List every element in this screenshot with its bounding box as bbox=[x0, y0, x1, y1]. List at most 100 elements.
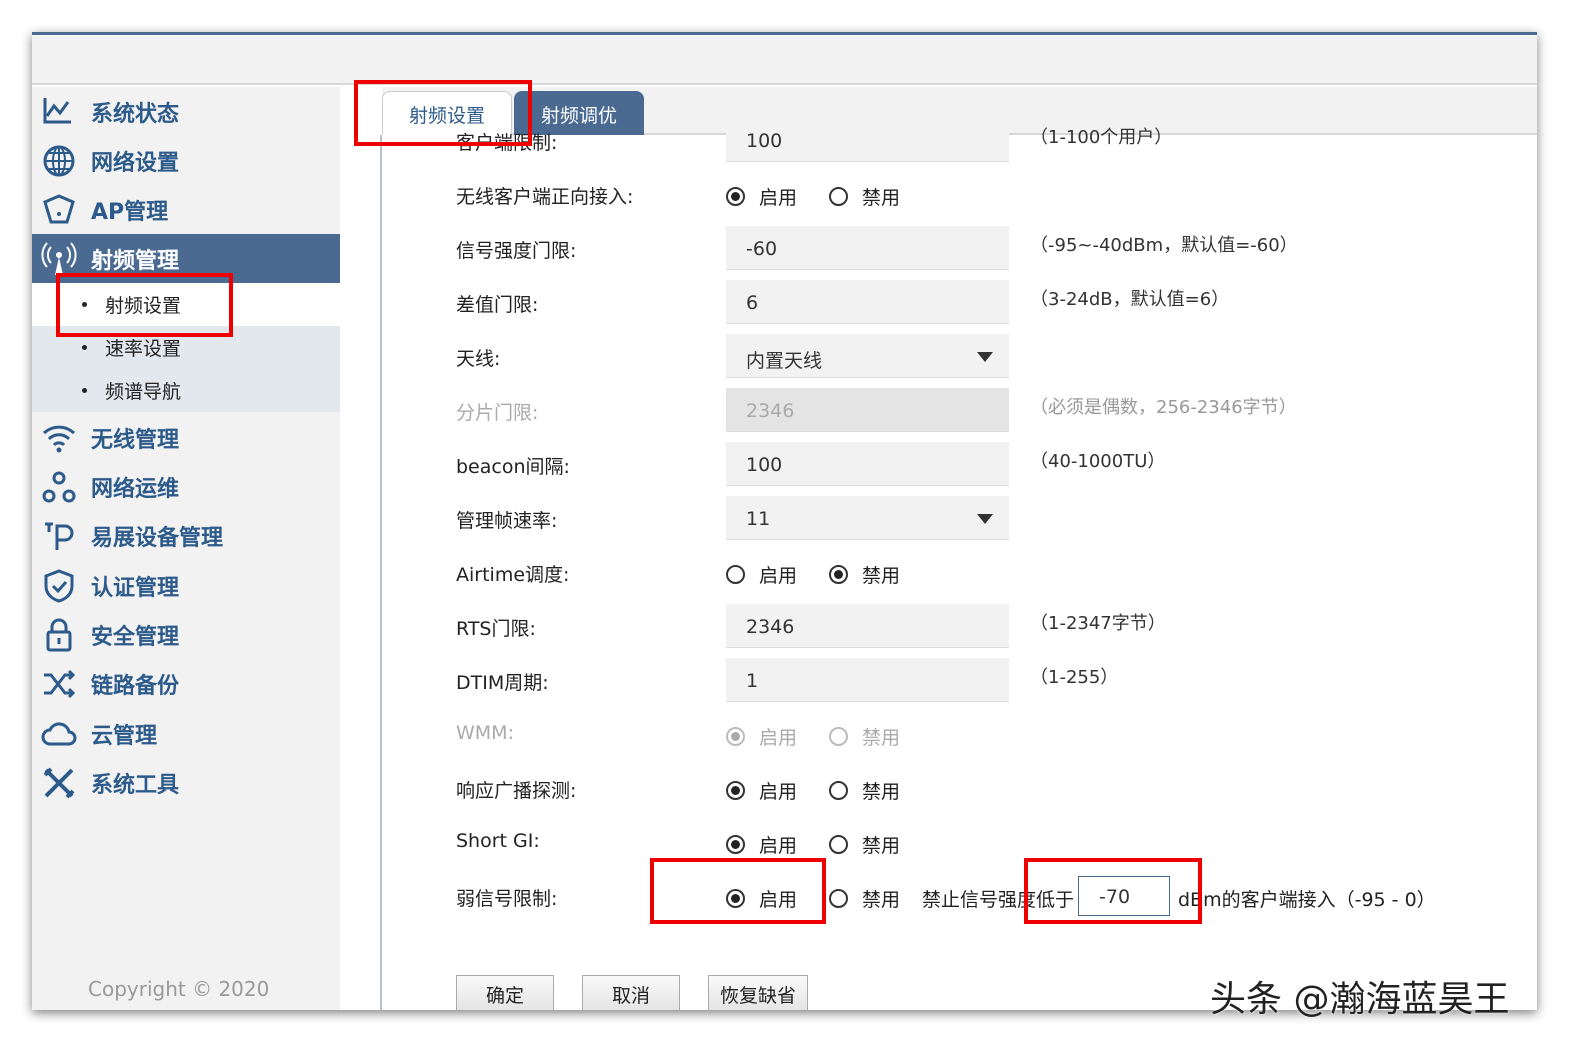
sidebar-item-4[interactable]: 无线管理 bbox=[32, 413, 340, 462]
field-value: 6 bbox=[746, 292, 759, 314]
radio-label: 禁用 bbox=[862, 835, 901, 857]
sidebar: Copyright © 2020 系统状态 网络设置 AP管理射频管理无线管理网络运… bbox=[32, 87, 340, 1010]
sidebar-item-2[interactable]: AP管理 bbox=[32, 185, 340, 234]
sidebar-item-9[interactable]: 链路备份 bbox=[32, 659, 340, 708]
radio-label: 启用 bbox=[759, 727, 798, 749]
radio-disable[interactable]: 禁用 bbox=[829, 183, 900, 210]
shuffle-icon bbox=[41, 666, 77, 702]
select-field[interactable]: 内置天线 bbox=[726, 334, 1009, 378]
top-bar bbox=[32, 35, 1537, 85]
sidebar-item-label: AP管理 bbox=[91, 199, 169, 225]
sidebar-item-label: 网络运维 bbox=[91, 476, 180, 502]
cloud-icon bbox=[41, 716, 77, 752]
field-value: 100 bbox=[746, 454, 783, 476]
lock-icon bbox=[41, 617, 77, 653]
form-row: 分片门限: 2346 （必须是偶数，256-2346字节） bbox=[382, 384, 1537, 438]
radio-label: 禁用 bbox=[862, 565, 901, 587]
text-input[interactable]: 6 bbox=[726, 280, 1009, 324]
wifi-icon bbox=[41, 420, 77, 456]
weak-signal-prefix: 禁止信号强度低于 bbox=[922, 889, 1075, 911]
radio-enable[interactable]: 启用 bbox=[726, 561, 797, 588]
router-admin-window: Copyright © 2020 系统状态 网络设置 AP管理射频管理无线管理网络运… bbox=[32, 32, 1537, 1010]
field-label: 无线客户端正向接入: bbox=[456, 186, 634, 208]
sidebar-subitem-1[interactable]: 速率设置 bbox=[32, 326, 340, 369]
field-label: Short GI: bbox=[456, 830, 540, 852]
field-value: 100 bbox=[746, 130, 783, 152]
radio-circle-icon bbox=[726, 187, 745, 206]
easy-expand-icon bbox=[41, 518, 77, 554]
sidebar-item-0[interactable]: 系统状态 bbox=[32, 87, 340, 136]
select-field[interactable]: 11 bbox=[726, 496, 1009, 540]
restore-defaults-button[interactable]: 恢复缺省 bbox=[708, 975, 808, 1010]
weak-signal-suffix: dBm的客户端接入（-95 - 0） bbox=[1178, 889, 1436, 911]
sidebar-item-1[interactable]: 网络设置 bbox=[32, 136, 340, 185]
form-row: WMM: 启用 禁用 bbox=[382, 708, 1537, 762]
confirm-button[interactable]: 确定 bbox=[456, 975, 554, 1010]
text-input[interactable]: 100 bbox=[726, 118, 1009, 162]
text-input[interactable]: 100 bbox=[726, 442, 1009, 486]
weak-signal-threshold-input[interactable]: -70 bbox=[1078, 876, 1170, 916]
radio-enable[interactable]: 启用 bbox=[726, 831, 797, 858]
text-input[interactable]: 2346 bbox=[726, 604, 1009, 648]
radio-circle-icon bbox=[726, 889, 745, 908]
radio-label: 启用 bbox=[759, 781, 798, 803]
sidebar-subitem-label: 射频设置 bbox=[105, 295, 182, 317]
form-row: Short GI: 启用 禁用 bbox=[382, 816, 1537, 870]
sidebar-item-7[interactable]: 认证管理 bbox=[32, 561, 340, 610]
radio-circle-icon bbox=[726, 781, 745, 800]
radio-disable: 禁用 bbox=[829, 723, 900, 750]
radio-disable[interactable]: 禁用 bbox=[829, 885, 900, 912]
field-hint: （必须是偶数，256-2346字节） bbox=[1030, 397, 1297, 418]
sidebar-subitem-0[interactable]: 射频设置 bbox=[32, 283, 340, 326]
sidebar-item-label: 易展设备管理 bbox=[91, 525, 224, 551]
form-row: 响应广播探测: 启用 禁用 bbox=[382, 762, 1537, 816]
sidebar-item-6[interactable]: 易展设备管理 bbox=[32, 511, 340, 560]
radio-enable[interactable]: 启用 bbox=[726, 183, 797, 210]
form-row: 天线: 内置天线 bbox=[382, 330, 1537, 384]
radio-label: 启用 bbox=[759, 835, 798, 857]
text-input[interactable]: 1 bbox=[726, 658, 1009, 702]
field-label: 分片门限: bbox=[456, 402, 539, 424]
radio-enable[interactable]: 启用 bbox=[726, 885, 797, 912]
radio-disable[interactable]: 禁用 bbox=[829, 561, 900, 588]
form-row: Airtime调度: 启用 禁用 bbox=[382, 546, 1537, 600]
field-hint: （-95~-40dBm，默认值=-60） bbox=[1030, 235, 1298, 256]
antenna-icon bbox=[41, 241, 77, 277]
field-label: 客户端限制: bbox=[456, 132, 558, 154]
radio-circle-icon bbox=[726, 835, 745, 854]
watermark: 头条 @瀚海蓝昊王 bbox=[1210, 979, 1510, 1020]
sidebar-item-8[interactable]: 安全管理 bbox=[32, 610, 340, 659]
field-value: 11 bbox=[746, 508, 771, 530]
dropdown-arrow-icon bbox=[977, 352, 993, 362]
sidebar-item-label: 链路备份 bbox=[91, 673, 180, 699]
sidebar-item-3[interactable]: 射频管理 bbox=[32, 234, 340, 283]
field-value: -60 bbox=[746, 238, 778, 260]
sidebar-subitem-2[interactable]: 频谱导航 bbox=[32, 369, 340, 412]
sidebar-item-label: 系统工具 bbox=[91, 772, 180, 798]
form-row: DTIM周期: 1 （1-255） bbox=[382, 654, 1537, 708]
sidebar-item-10[interactable]: 云管理 bbox=[32, 709, 340, 758]
field-hint: （3-24dB，默认值=6） bbox=[1030, 289, 1230, 310]
radio-label: 禁用 bbox=[862, 889, 901, 911]
radio-disable[interactable]: 禁用 bbox=[829, 831, 900, 858]
radio-label: 启用 bbox=[759, 187, 798, 209]
field-label: DTIM周期: bbox=[456, 672, 549, 694]
sidebar-item-11[interactable]: 系统工具 bbox=[32, 758, 340, 807]
copyright: Copyright © 2020 bbox=[88, 977, 270, 1001]
cancel-button[interactable]: 取消 bbox=[582, 975, 680, 1010]
text-input[interactable]: -60 bbox=[726, 226, 1009, 270]
field-value: 2346 bbox=[746, 616, 795, 638]
form-row: 差值门限: 6 （3-24dB，默认值=6） bbox=[382, 276, 1537, 330]
radio-circle-icon bbox=[829, 835, 848, 854]
sidebar-item-label: 安全管理 bbox=[91, 624, 180, 650]
form-row: beacon间隔: 100 （40-1000TU） bbox=[382, 438, 1537, 492]
sidebar-item-label: 认证管理 bbox=[91, 575, 180, 601]
sidebar-item-5[interactable]: 网络运维 bbox=[32, 462, 340, 511]
bullet-icon bbox=[82, 345, 87, 350]
dropdown-arrow-icon bbox=[977, 514, 993, 524]
field-label: 天线: bbox=[456, 348, 501, 370]
radio-enable[interactable]: 启用 bbox=[726, 777, 797, 804]
bullet-icon bbox=[82, 302, 87, 307]
radio-disable[interactable]: 禁用 bbox=[829, 777, 900, 804]
field-label: 响应广播探测: bbox=[456, 780, 577, 802]
